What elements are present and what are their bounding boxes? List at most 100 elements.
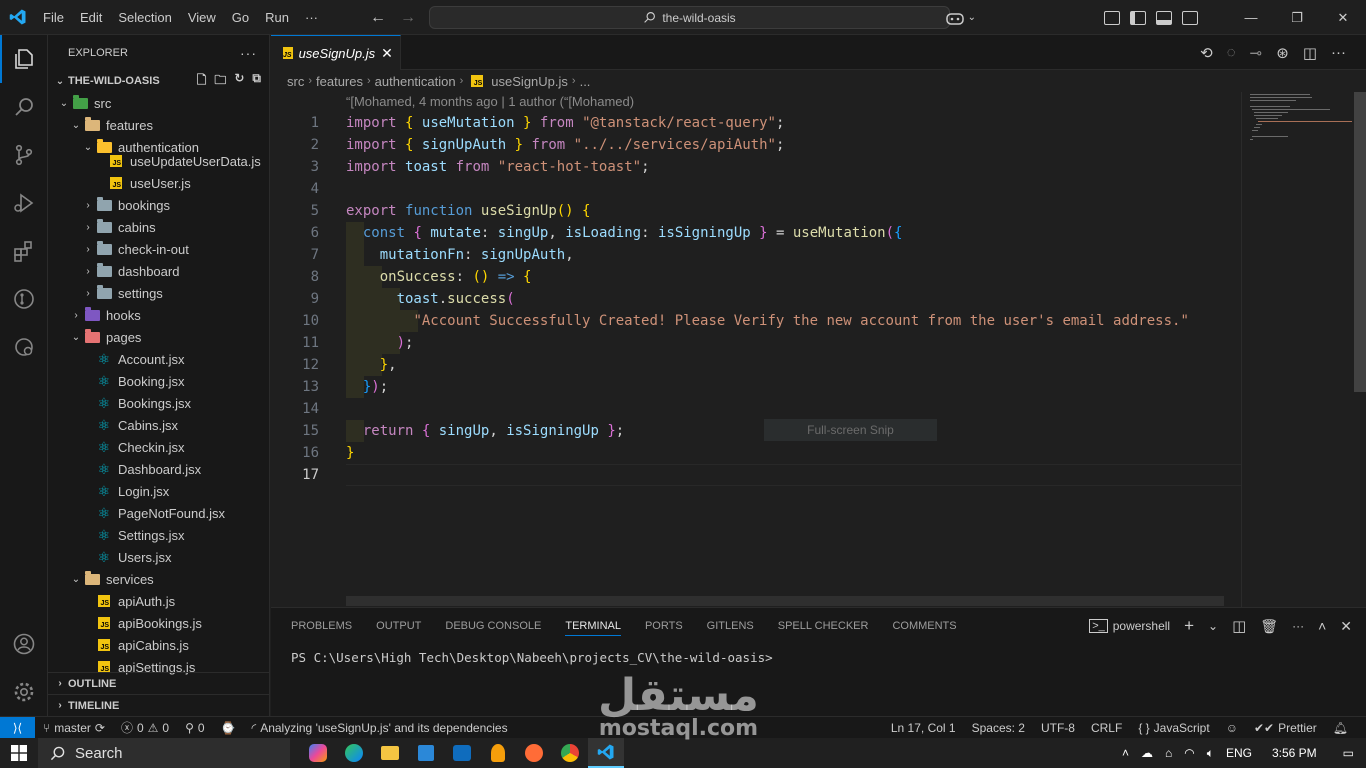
tree-item[interactable]: ⚛ Settings.jsx [48, 524, 269, 546]
close-window-button[interactable]: ✕ [1320, 0, 1366, 35]
postman-icon[interactable] [516, 738, 552, 768]
tab-spell-checker[interactable]: SPELL CHECKER [778, 620, 869, 632]
language-indicator[interactable]: ENG [1226, 746, 1252, 760]
accounts-icon[interactable] [0, 620, 48, 668]
collapse-all-icon[interactable]: ⧉ [252, 71, 261, 92]
breadcrumb-item[interactable]: ... [580, 74, 591, 89]
clock[interactable]: 3:56 PM [1272, 746, 1317, 760]
new-folder-icon[interactable]: 🗀 [214, 71, 226, 92]
onedrive-cloud-icon[interactable]: ☁ [1141, 746, 1153, 760]
tree-item[interactable]: › settings [48, 282, 269, 304]
git-blame-annotation[interactable]: “[Mohamed, 4 months ago | 1 author (“[Mo… [346, 94, 634, 109]
tree-item[interactable]: JS useUpdateUserData.js [48, 150, 269, 172]
breadcrumb-item[interactable]: useSignUp.js [491, 74, 568, 89]
minimap[interactable] [1241, 92, 1354, 607]
breadcrumb-item[interactable]: src [287, 74, 304, 89]
outline-section-header[interactable]: › OUTLINE [48, 672, 269, 694]
tab-ports[interactable]: PORTS [645, 620, 683, 632]
back-arrow-icon[interactable]: ← [370, 9, 386, 27]
store-icon[interactable] [408, 738, 444, 768]
tree-item[interactable]: › bookings [48, 194, 269, 216]
gitlens-graph-icon[interactable]: ⊛ [1276, 44, 1289, 62]
tab-gitlens[interactable]: GITLENS [707, 620, 754, 632]
tree-item[interactable]: ⚛ PageNotFound.jsx [48, 502, 269, 524]
tree-item[interactable]: › check-in-out [48, 238, 269, 260]
split-editor-icon[interactable]: ◫ [1303, 44, 1317, 62]
language-mode[interactable]: { } JavaScript [1130, 721, 1217, 735]
new-file-icon[interactable]: 🗋 [197, 71, 207, 92]
file-explorer-icon[interactable] [372, 738, 408, 768]
copilot-status-icon[interactable]: ☺ [1218, 721, 1246, 735]
menu-selection[interactable]: Selection [110, 0, 179, 35]
refresh-icon[interactable]: ↻ [234, 71, 244, 92]
encoding[interactable]: UTF-8 [1033, 721, 1083, 735]
cursor-position[interactable]: Ln 17, Col 1 [883, 721, 964, 735]
project-section-header[interactable]: ⌄ THE-WILD-OASIS 🗋 🗀 ↻ ⧉ [48, 70, 269, 92]
branch-indicator[interactable]: ⑂ master ⟳ [35, 721, 113, 735]
notifications-bell-icon[interactable]: 🔔︎ [1325, 721, 1356, 735]
tree-item[interactable]: ⌄ features [48, 114, 269, 136]
open-changes-icon[interactable]: ⟲ [1200, 44, 1213, 62]
taskbar-search[interactable]: Search [38, 738, 290, 768]
gitlens-previous-icon[interactable]: ◌ [1227, 44, 1236, 61]
prettier-status[interactable]: ✔✔ Prettier [1246, 721, 1325, 735]
end-of-line[interactable]: CRLF [1083, 721, 1130, 735]
copilot-icon[interactable]: ⌄ [945, 11, 976, 25]
minimize-button[interactable]: — [1228, 0, 1274, 35]
tab-debug-console[interactable]: DEBUG CONSOLE [445, 620, 541, 632]
code-editor[interactable]: “[Mohamed, 4 months ago | 1 author (“[Mo… [271, 92, 1241, 607]
tab-comments[interactable]: COMMENTS [892, 620, 956, 632]
more-actions-icon[interactable]: ··· [1292, 619, 1304, 633]
menu-file[interactable]: File [35, 0, 72, 35]
ports-indicator[interactable]: ⚲ 0 [177, 721, 212, 735]
tree-item[interactable]: ⌄ src [48, 92, 269, 114]
restore-button[interactable]: ❐ [1274, 0, 1320, 35]
search-icon[interactable] [0, 83, 48, 131]
chrome-icon[interactable] [552, 738, 588, 768]
vertical-scrollbar[interactable] [1352, 92, 1366, 607]
menu-run[interactable]: Run [257, 0, 297, 35]
breadcrumb-item[interactable]: features [316, 74, 363, 89]
manage-gear-icon[interactable] [0, 668, 48, 716]
timeline-section-header[interactable]: › TIMELINE [48, 694, 269, 716]
more-actions-icon[interactable]: ··· [240, 45, 257, 61]
more-actions-icon[interactable]: ··· [1331, 44, 1346, 61]
trash-icon[interactable]: 🗑 [1260, 618, 1278, 635]
history-icon[interactable]: ⌚ [213, 721, 244, 735]
remote-indicator-icon[interactable]: ⟩⟨ [0, 716, 35, 739]
tree-item[interactable]: JS apiBookings.js [48, 612, 269, 634]
volume-icon[interactable]: 🔈︎ [1207, 746, 1214, 761]
remote-explorer-icon[interactable] [0, 323, 48, 371]
tree-item[interactable]: ⌄ services [48, 568, 269, 590]
tab-problems[interactable]: PROBLEMS [291, 620, 352, 632]
horizontal-scrollbar[interactable] [346, 596, 1224, 606]
menu-go[interactable]: Go [224, 0, 257, 35]
wifi-icon[interactable]: ◠ [1184, 746, 1194, 760]
indentation[interactable]: Spaces: 2 [964, 721, 1033, 735]
new-terminal-plus-icon[interactable]: + [1184, 616, 1194, 636]
vscode-taskbar-icon[interactable] [588, 738, 624, 768]
split-terminal-icon[interactable]: ◫ [1232, 617, 1246, 635]
chevron-down-icon[interactable]: ⌄ [1208, 619, 1218, 633]
run-debug-icon[interactable] [0, 179, 48, 227]
tree-item[interactable]: › hooks [48, 304, 269, 326]
maximize-panel-chevron-up-icon[interactable]: ˄ [1318, 618, 1326, 634]
gitlens-next-icon[interactable]: ⊸ [1250, 44, 1263, 62]
toggle-panel-icon[interactable] [1156, 10, 1172, 25]
tree-item[interactable]: ⚛ Login.jsx [48, 480, 269, 502]
menu-more[interactable]: ··· [297, 0, 326, 35]
chevron-up-icon[interactable]: ˄ [1122, 746, 1129, 760]
toggle-sidebar-icon[interactable] [1130, 10, 1146, 25]
gitlens-icon[interactable] [0, 275, 48, 323]
close-panel-icon[interactable]: ✕ [1340, 618, 1352, 635]
terminal-selector[interactable]: >_ powershell [1089, 619, 1170, 633]
close-icon[interactable]: ✕ [381, 45, 393, 62]
edge-browser-icon[interactable] [336, 738, 372, 768]
breadcrumb-item[interactable]: authentication [375, 74, 456, 89]
network-icon[interactable]: ⌂ [1165, 746, 1172, 760]
tree-item[interactable]: JS apiAuth.js [48, 590, 269, 612]
problems-indicator[interactable]: ⓧ 0 ⚠ 0 [113, 719, 177, 736]
source-control-icon[interactable] [0, 131, 48, 179]
tree-item[interactable]: ⚛ Account.jsx [48, 348, 269, 370]
menu-view[interactable]: View [180, 0, 224, 35]
